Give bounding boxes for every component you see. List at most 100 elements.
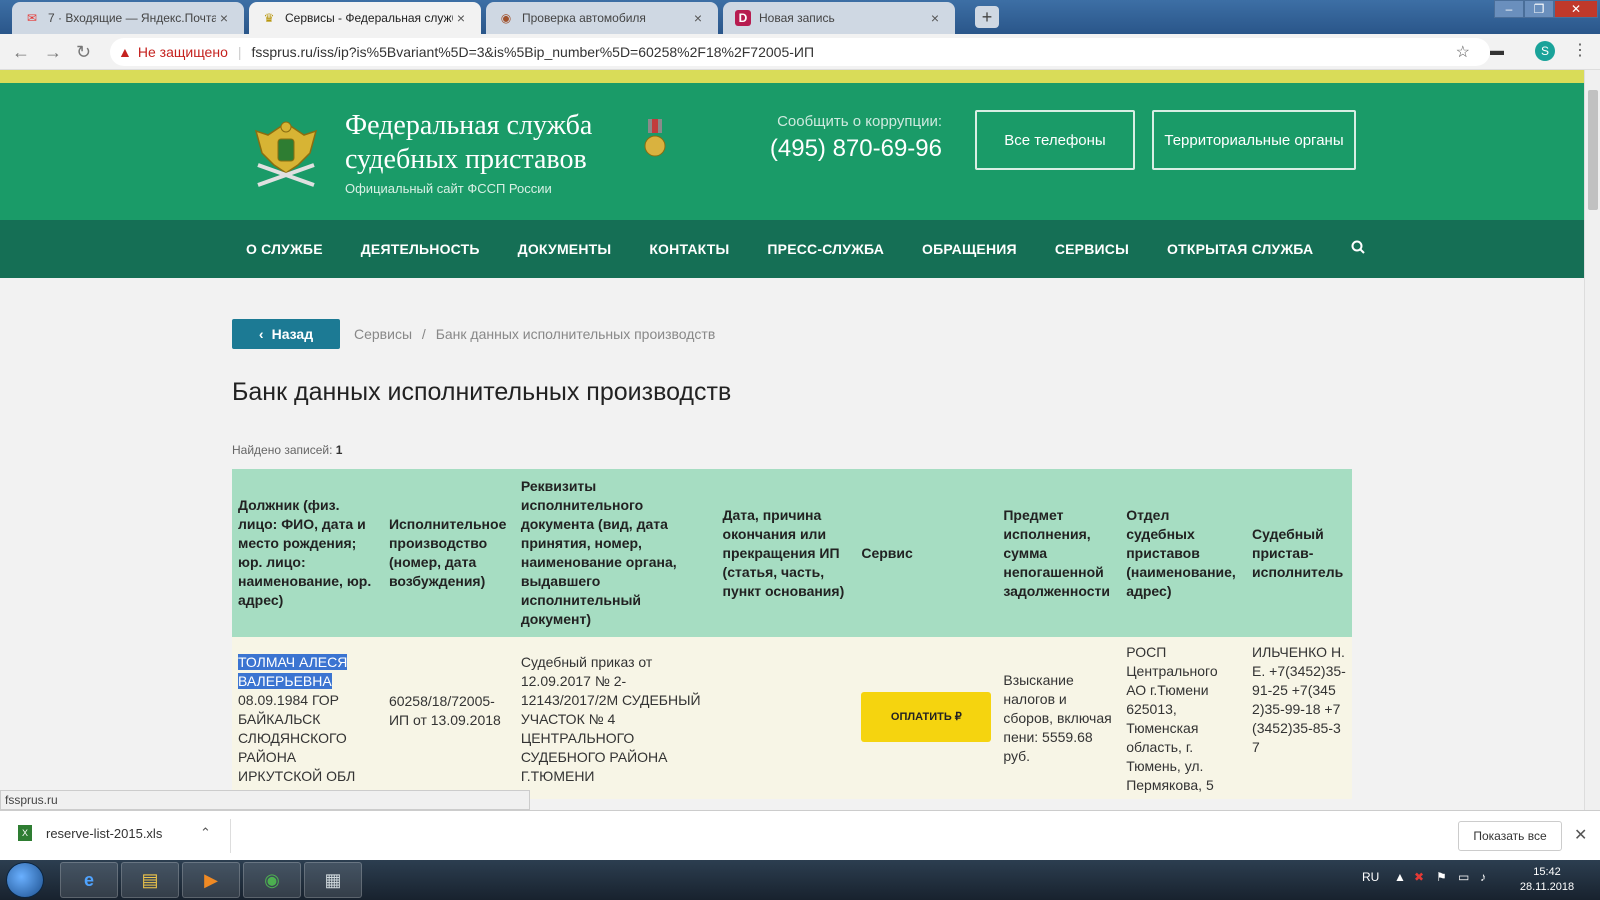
minimize-button[interactable]: – bbox=[1494, 0, 1524, 18]
clock[interactable]: 15:42 28.11.2018 bbox=[1512, 865, 1582, 895]
tab-fssp-services[interactable]: ♛ Сервисы - Федеральная служба × bbox=[249, 2, 481, 34]
cell-service: ОПЛАТИТЬ ₽ bbox=[855, 637, 998, 799]
profile-avatar[interactable]: S bbox=[1535, 41, 1555, 61]
restore-button[interactable]: ❐ bbox=[1524, 0, 1554, 18]
divider bbox=[230, 819, 231, 853]
close-window-button[interactable]: ✕ bbox=[1554, 0, 1598, 18]
chevron-up-icon[interactable]: ▲ bbox=[1394, 870, 1406, 884]
cell-bailiff: ИЛЬЧЕНКО Н. Е. +7(3452)35-91-25 +7(3452)… bbox=[1246, 637, 1352, 799]
show-all-button[interactable]: Показать все bbox=[1458, 821, 1562, 851]
ie-icon[interactable]: e bbox=[60, 862, 118, 898]
reload-icon[interactable]: ↻ bbox=[76, 42, 91, 63]
page-title: Банк данных исполнительных производств bbox=[232, 378, 732, 406]
car-check-icon: ◉ bbox=[500, 11, 512, 25]
chevron-up-icon[interactable]: ⌃ bbox=[200, 825, 211, 841]
new-tab-button[interactable]: + bbox=[975, 6, 999, 28]
url-text[interactable]: fssprus.ru/iss/ip?is%5Bvariant%5D=3&is%5… bbox=[252, 44, 815, 60]
breadcrumb: Сервисы / Банк данных исполнительных про… bbox=[354, 326, 721, 342]
corruption-label: Сообщить о коррупции: bbox=[777, 113, 942, 130]
chrome-icon[interactable]: ◉ bbox=[243, 862, 301, 898]
records-found: Найдено записей: 1 bbox=[232, 443, 342, 457]
page-viewport: Федеральная служба судебных приставов Оф… bbox=[0, 70, 1584, 810]
not-secure-label[interactable]: Не защищено bbox=[138, 44, 228, 60]
scrollbar-thumb[interactable] bbox=[1588, 90, 1598, 210]
media-player-icon[interactable]: ▶ bbox=[182, 862, 240, 898]
monitor-icon[interactable]: ▭ bbox=[1458, 870, 1469, 884]
column-header-service: Сервис bbox=[855, 469, 998, 637]
chrome-menu-icon[interactable]: ⋮ bbox=[1572, 40, 1588, 60]
page-scrollbar[interactable] bbox=[1584, 70, 1600, 810]
main-navigation: О СЛУЖБЕ ДЕЯТЕЛЬНОСТЬ ДОКУМЕНТЫ КОНТАКТЫ… bbox=[0, 220, 1584, 278]
site-subtitle: Официальный сайт ФССП России bbox=[345, 181, 552, 196]
download-shelf: X reserve-list-2015.xls ⌃ Показать все ✕ bbox=[0, 810, 1600, 860]
nav-item-press[interactable]: ПРЕСС-СЛУЖБА bbox=[767, 241, 884, 257]
close-icon[interactable]: × bbox=[927, 10, 943, 26]
all-phones-button[interactable]: Все телефоны bbox=[975, 110, 1135, 170]
nav-item-contacts[interactable]: КОНТАКТЫ bbox=[649, 241, 729, 257]
nav-item-about[interactable]: О СЛУЖБЕ bbox=[246, 241, 323, 257]
cell-proceeding: 60258/18/72005-ИП от 13.09.2018 bbox=[382, 637, 515, 799]
close-icon[interactable]: × bbox=[453, 10, 469, 26]
emblem-icon: ♛ bbox=[263, 11, 275, 25]
debtor-name[interactable]: ТОЛМАЧ АЛЕСЯ ВАЛЕРЬЕВНА bbox=[238, 654, 348, 689]
tab-label: 7 · Входящие — Яндекс.Почта bbox=[48, 11, 216, 25]
network-warning-icon[interactable]: ✖ bbox=[1414, 870, 1424, 884]
forward-arrow-icon[interactable]: → bbox=[44, 42, 62, 63]
calculator-icon[interactable]: ▦ bbox=[304, 862, 362, 898]
start-button[interactable] bbox=[6, 862, 44, 898]
download-item[interactable]: X reserve-list-2015.xls bbox=[18, 825, 162, 841]
search-icon[interactable] bbox=[1351, 240, 1366, 258]
breadcrumb-services[interactable]: Сервисы bbox=[354, 326, 412, 342]
column-header-proceeding: Исполнительное производство (номер, дата… bbox=[382, 469, 515, 637]
tab-new-entry[interactable]: D Новая запись × bbox=[723, 2, 955, 34]
column-header-bailiff: Судебный пристав-исполнитель bbox=[1246, 469, 1352, 637]
warning-icon: ▲ bbox=[118, 44, 132, 60]
back-arrow-icon[interactable]: ← bbox=[12, 42, 30, 63]
cell-subject: Взыскание налогов и сборов, включая пени… bbox=[997, 637, 1121, 799]
back-button[interactable]: ‹ Назад bbox=[232, 319, 340, 349]
cell-end-info bbox=[716, 637, 856, 799]
close-icon[interactable]: × bbox=[690, 10, 706, 26]
nav-item-activity[interactable]: ДЕЯТЕЛЬНОСТЬ bbox=[361, 241, 480, 257]
nav-item-documents[interactable]: ДОКУМЕНТЫ bbox=[518, 241, 612, 257]
breadcrumb-current: Банк данных исполнительных производств bbox=[435, 326, 716, 342]
tab-label: Проверка автомобиля bbox=[522, 11, 646, 25]
bookmark-star-icon[interactable]: ☆ bbox=[1456, 42, 1470, 62]
extension-icon[interactable]: ▬ bbox=[1490, 42, 1504, 58]
nav-item-services[interactable]: СЕРВИСЫ bbox=[1055, 241, 1129, 257]
folder-icon[interactable]: ▤ bbox=[121, 862, 179, 898]
close-icon[interactable]: × bbox=[216, 10, 232, 26]
mail-icon: ✉ bbox=[26, 11, 38, 25]
address-bar-row: ← → ↻ ▲ Не защищено | fssprus.ru/iss/ip?… bbox=[0, 34, 1600, 70]
tab-car-check[interactable]: ◉ Проверка автомобиля × bbox=[486, 2, 718, 34]
nav-item-open-service[interactable]: ОТКРЫТАЯ СЛУЖБА bbox=[1167, 241, 1313, 257]
pay-button[interactable]: ОПЛАТИТЬ ₽ bbox=[861, 692, 992, 742]
tab-yandex-mail[interactable]: ✉ 7 · Входящие — Яндекс.Почта × bbox=[12, 2, 244, 34]
column-header-end-date: Дата, причина окончания или прекращения … bbox=[716, 469, 856, 637]
column-header-department: Отдел судебных приставов (наименование, … bbox=[1120, 469, 1247, 637]
top-banner-strip bbox=[0, 70, 1584, 83]
language-indicator[interactable]: RU bbox=[1362, 870, 1379, 884]
column-header-document: Реквизиты исполнительного документа (вид… bbox=[514, 469, 717, 637]
table-row: ТОЛМАЧ АЛЕСЯ ВАЛЕРЬЕВНА 08.09.1984 ГОР Б… bbox=[232, 637, 1352, 799]
close-icon[interactable]: ✕ bbox=[1574, 825, 1587, 845]
tab-label: Новая запись bbox=[759, 11, 835, 25]
fssp-emblem-icon[interactable] bbox=[248, 113, 324, 195]
territorial-bodies-button[interactable]: Территориальные органы bbox=[1152, 110, 1356, 170]
volume-icon[interactable]: ♪ bbox=[1480, 870, 1486, 884]
records-found-count: 1 bbox=[335, 443, 343, 457]
back-button-label: Назад bbox=[271, 326, 314, 342]
site-title-line2: судебных приставов bbox=[345, 144, 587, 175]
status-url: fssprus.ru bbox=[0, 790, 530, 810]
corruption-phone[interactable]: (495) 870-69-96 bbox=[740, 135, 942, 163]
medal-icon bbox=[644, 119, 666, 157]
omnibox-divider: | bbox=[237, 44, 242, 60]
cell-debtor: ТОЛМАЧ АЛЕСЯ ВАЛЕРЬЕВНА 08.09.1984 ГОР Б… bbox=[232, 637, 383, 799]
omnibox[interactable]: ▲ Не защищено | fssprus.ru/iss/ip?is%5Bv… bbox=[110, 38, 1490, 66]
flag-icon[interactable]: ⚑ bbox=[1436, 870, 1447, 884]
site-title[interactable]: Федеральная служба судебных приставов bbox=[345, 109, 592, 177]
clock-date: 28.11.2018 bbox=[1519, 881, 1575, 893]
browser-tab-bar: ✉ 7 · Входящие — Яндекс.Почта × ♛ Сервис… bbox=[0, 0, 1600, 34]
clock-time: 15:42 bbox=[1533, 866, 1561, 878]
nav-item-appeals[interactable]: ОБРАЩЕНИЯ bbox=[922, 241, 1017, 257]
